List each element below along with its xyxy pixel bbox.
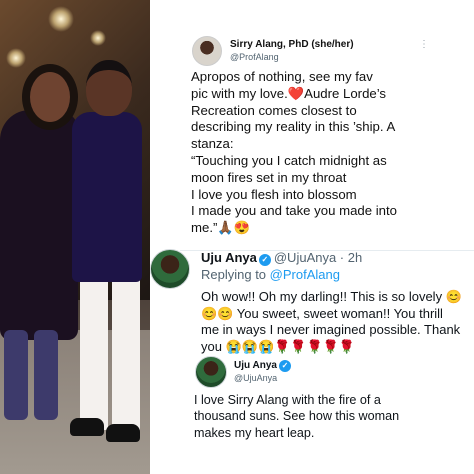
ceiling-light <box>6 48 26 68</box>
verified-badge-icon: ✓ <box>258 254 271 266</box>
tweet2-line: me in ways I never imagined possible. Th… <box>201 322 461 338</box>
verified-badge-icon: ✓ <box>278 360 291 372</box>
tweet3-line: I love Sirry Alang with the fire of a <box>194 393 381 407</box>
tweet1-line: describing my reality in this ’ship. A <box>191 119 396 135</box>
tweet1-line: Recreation comes closest to <box>191 102 357 118</box>
couple-photo <box>0 0 150 474</box>
more-options-icon[interactable]: ⋮ <box>419 39 430 50</box>
tweet3-text: I love Sirry Alang with the fire of a th… <box>194 392 464 441</box>
tweet1-text: Apropos of nothing, see my fav pic with … <box>191 69 461 237</box>
tweet3-line: makes my heart leap. <box>194 425 315 440</box>
tweet1-line: pic with my love.❤️Audre Lorde’s <box>191 85 387 101</box>
tweet3-author-line[interactable]: Uju Anya ✓ <box>234 360 291 372</box>
tweet1-line: “Touching you I catch midnight as <box>191 152 387 168</box>
tweet1-line: moon fires set in my throat <box>191 169 347 185</box>
ujuanya-avatar-small[interactable] <box>195 356 227 388</box>
tweet2-author-name[interactable]: Uju Anya <box>201 250 257 265</box>
tweet1-line: Apropos of nothing, see my fav <box>191 69 373 84</box>
tweet1-author-handle[interactable]: @ProfAlang <box>230 52 279 62</box>
person-right <box>72 112 142 282</box>
ujuanya-avatar[interactable] <box>150 249 190 289</box>
tweet1-line: I love you flesh into blossom <box>191 186 357 202</box>
tweets-panel: Sirry Alang, PhD (she/her) @ProfAlang ⋮ … <box>150 0 474 474</box>
replying-to-prefix: Replying to <box>201 267 270 282</box>
person-right-shoe <box>70 418 104 436</box>
tweet2-line: 😊😊 You sweet, sweet woman!! You thrill <box>201 305 443 321</box>
tweet1-line: me.”🙏🏾😍 <box>191 220 251 236</box>
tweet2-line: you 😭😭😭🌹🌹🌹🌹🌹 <box>201 338 356 354</box>
person-right-leg <box>80 270 108 430</box>
replying-to-mention[interactable]: @ProfAlang <box>270 267 340 282</box>
tweet2-line: Oh wow!! Oh my darling!! This is so love… <box>201 289 462 304</box>
person-left-boot <box>34 330 58 420</box>
tweet2-author-handle[interactable]: @UjuAnya · 2h <box>274 250 362 265</box>
person-right-shoe <box>106 424 140 442</box>
profalang-avatar[interactable] <box>192 36 222 66</box>
tweet1-line: stanza: <box>191 136 234 152</box>
tweet1-line: I made you and take you made into <box>191 203 398 219</box>
tweet1-author-name[interactable]: Sirry Alang, PhD (she/her) <box>230 39 354 50</box>
ceiling-light <box>90 30 106 46</box>
tweet2-text: Oh wow!! Oh my darling!! This is so love… <box>201 289 473 355</box>
person-left <box>0 110 78 340</box>
replying-to: Replying to @ProfAlang <box>201 267 340 282</box>
person-left-head <box>22 64 78 130</box>
person-right-leg <box>112 270 140 430</box>
person-left-boot <box>4 330 28 420</box>
tweet3-author-name[interactable]: Uju Anya <box>234 360 277 371</box>
person-right-head <box>86 60 132 116</box>
tweet2-author-line[interactable]: Uju Anya ✓ @UjuAnya · 2h <box>201 250 362 266</box>
ceiling-light <box>48 6 74 32</box>
tweet3-line: thousand suns. See how this woman <box>194 409 400 424</box>
tweet3-author-handle[interactable]: @UjuAnya <box>234 373 277 383</box>
